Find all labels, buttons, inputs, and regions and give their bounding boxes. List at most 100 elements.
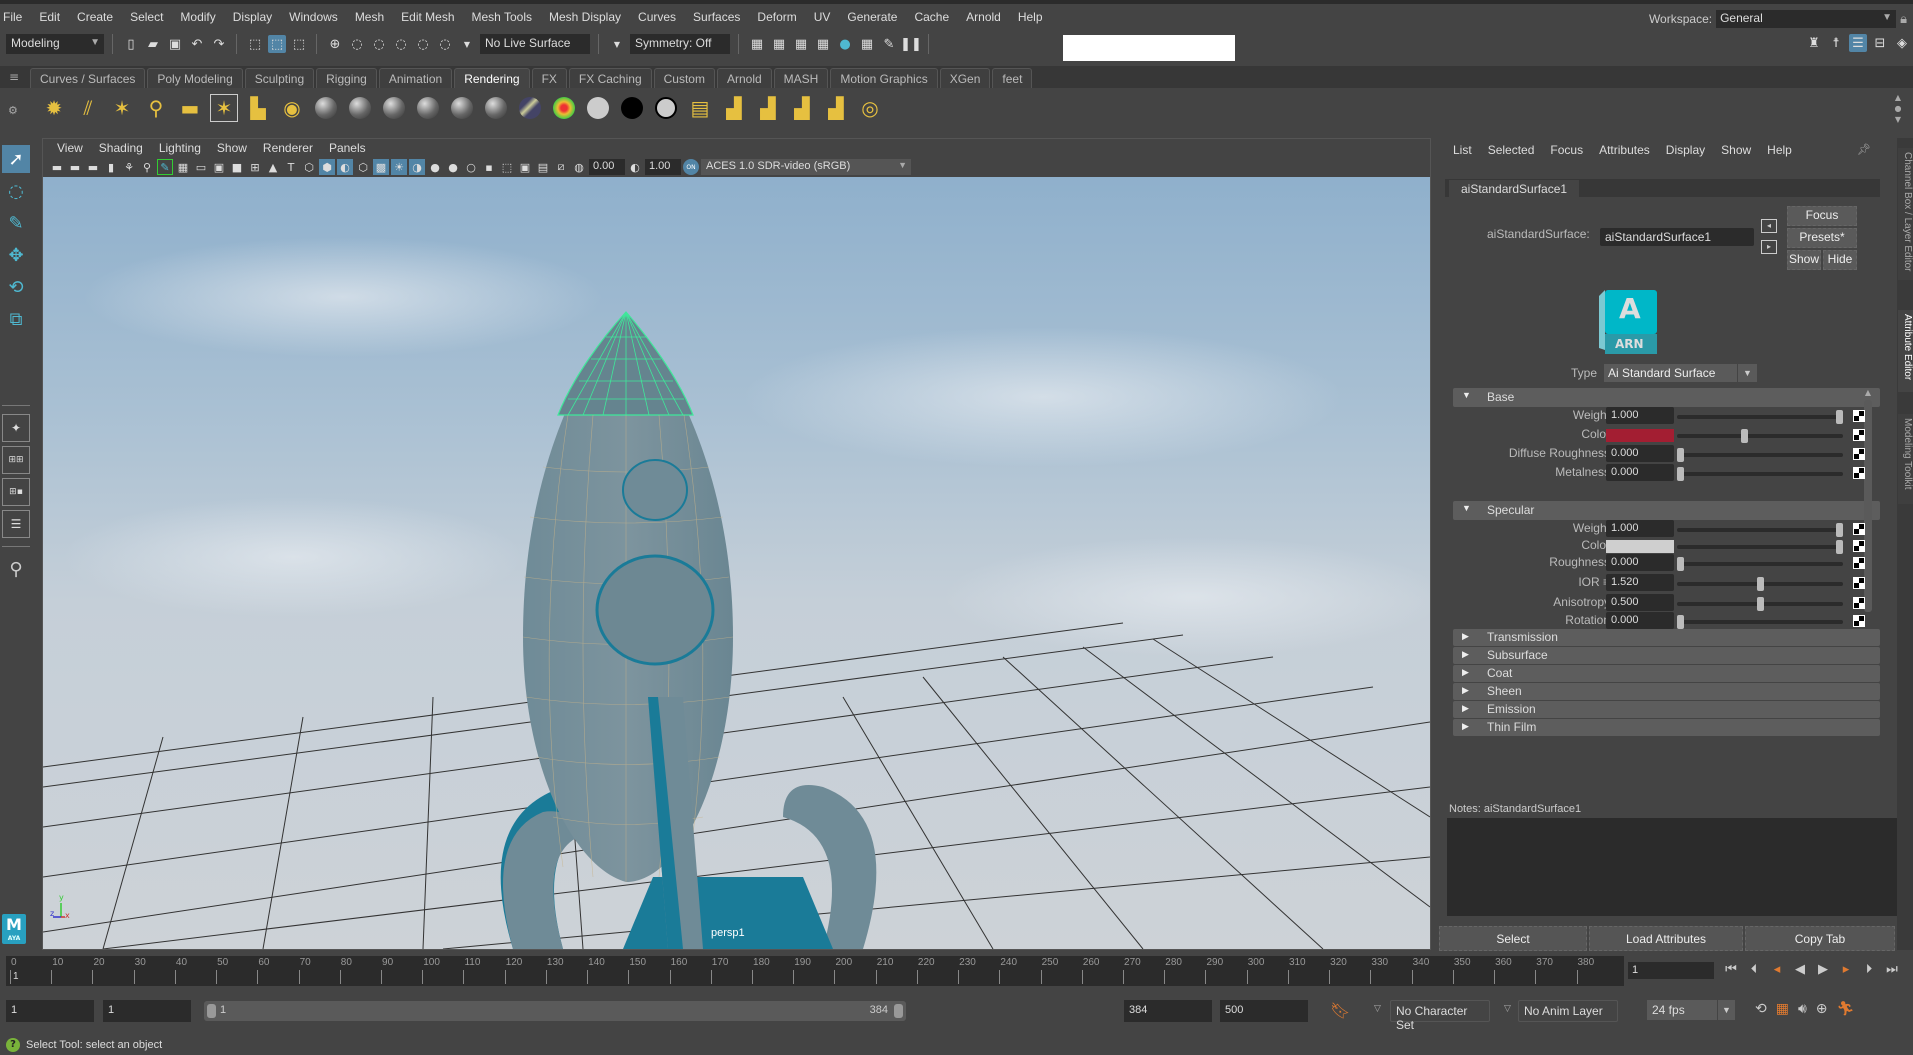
menu-edit-mesh[interactable]: Edit Mesh — [392, 10, 462, 24]
new-scene-icon[interactable]: ▯ — [122, 35, 140, 53]
menu-uv[interactable]: UV — [805, 10, 839, 24]
save-scene-icon[interactable]: ▣ — [166, 35, 184, 53]
hypershade-light-icon[interactable]: ◉ — [278, 94, 306, 122]
range-start-handle[interactable] — [207, 1004, 216, 1018]
play-forward-icon[interactable]: ▶ — [1814, 962, 1832, 977]
color-swatch[interactable] — [1606, 540, 1674, 553]
field-chart-icon[interactable]: ⊞ — [247, 159, 263, 175]
render-layer-icon[interactable]: ▟ — [720, 94, 748, 122]
attr-value-field[interactable]: 1.000 — [1606, 520, 1674, 537]
material-phonge-icon[interactable] — [414, 94, 442, 122]
render-target-icon[interactable]: ◎ — [856, 94, 884, 122]
ae-menu-help[interactable]: Help — [1759, 143, 1800, 157]
ae-menu-list[interactable]: List — [1445, 143, 1480, 157]
anim-layer-dropdown[interactable]: No Anim Layer — [1518, 1000, 1618, 1022]
select-hierarchy-icon[interactable]: ⬚ — [246, 35, 264, 53]
four-view-layout-icon[interactable]: ⊞⊞ — [2, 446, 30, 474]
ae-menu-selected[interactable]: Selected — [1480, 143, 1543, 157]
make-live-icon[interactable]: ◌ — [436, 35, 454, 53]
ambient-light-icon[interactable]: ✹ — [40, 94, 68, 122]
attr-slider[interactable] — [1677, 448, 1843, 462]
step-back-frame-icon[interactable]: ◂ — [1768, 962, 1786, 977]
volume-light-icon[interactable]: ✶ — [210, 94, 238, 122]
shelf-tab-sculpting[interactable]: Sculpting — [244, 68, 315, 88]
attr-slider[interactable] — [1677, 615, 1843, 629]
playback-start-field[interactable]: 1 — [103, 1000, 191, 1022]
slider-handle[interactable] — [1740, 429, 1748, 443]
anti-aliasing-icon[interactable]: ○ — [463, 159, 479, 175]
resolution-gate-icon[interactable]: ▣ — [211, 159, 227, 175]
viewport-menu-show[interactable]: Show — [209, 141, 255, 155]
playblast-icon[interactable]: ▦ — [1776, 1001, 1789, 1017]
go-to-input-icon[interactable]: ◂ — [1761, 219, 1777, 233]
attr-value-field[interactable]: 0.000 — [1606, 612, 1674, 629]
shelf-tab-motion-graphics[interactable]: Motion Graphics — [830, 68, 938, 88]
menu-curves[interactable]: Curves — [629, 10, 684, 24]
map-texture-icon[interactable] — [1853, 615, 1865, 627]
attribute-editor-toggle-icon[interactable]: ☰ — [1849, 34, 1867, 52]
attr-value-field[interactable]: 0.500 — [1606, 594, 1674, 611]
single-perspective-layout-icon[interactable]: ✦ — [2, 414, 30, 442]
shelf-tab-feet[interactable]: feet — [992, 68, 1033, 88]
attr-slider[interactable] — [1677, 540, 1843, 554]
textured-icon[interactable]: ▩ — [373, 159, 389, 175]
menu-generate[interactable]: Generate — [838, 10, 905, 24]
material-ramp-icon[interactable] — [516, 94, 544, 122]
rotate-tool-icon[interactable]: ⟲ — [2, 273, 30, 301]
film-gate-icon[interactable]: ▭ — [193, 159, 209, 175]
menu-edit[interactable]: Edit — [30, 10, 68, 24]
xray-icon[interactable]: ▣ — [517, 159, 533, 175]
map-texture-icon[interactable] — [1853, 577, 1865, 589]
viewport-menu-panels[interactable]: Panels — [321, 141, 374, 155]
material-anisotropic-icon[interactable] — [448, 94, 476, 122]
depth-of-field-icon[interactable]: ▪ — [481, 159, 497, 175]
2d-pan-zoom-icon[interactable]: ⚲ — [139, 159, 155, 175]
material-white-icon[interactable] — [584, 94, 612, 122]
show-button[interactable]: Show — [1787, 250, 1821, 270]
node-tab[interactable]: aiStandardSurface1 — [1449, 180, 1580, 197]
menu-surfaces[interactable]: Surfaces — [684, 10, 748, 24]
safe-title-icon[interactable]: T — [283, 159, 299, 175]
safe-action-icon[interactable]: ▲ — [265, 159, 281, 175]
color-management-toggle-icon[interactable]: ON — [683, 159, 699, 175]
select-component-icon[interactable]: ⬚ — [290, 35, 308, 53]
attr-slider[interactable] — [1677, 597, 1843, 611]
shelf-tab-poly-modeling[interactable]: Poly Modeling — [147, 68, 243, 88]
shelf-tab-xgen[interactable]: XGen — [939, 68, 991, 88]
attr-slider[interactable] — [1677, 557, 1843, 571]
snap-point-icon[interactable]: ◌ — [370, 35, 388, 53]
play-backward-icon[interactable]: ◀ — [1791, 962, 1809, 977]
menu-windows[interactable]: Windows — [280, 10, 346, 24]
map-texture-icon[interactable] — [1853, 410, 1865, 422]
shelf-tab-mash[interactable]: MASH — [773, 68, 829, 88]
render-frame-icon[interactable]: ▦ — [770, 35, 788, 53]
menu-cache[interactable]: Cache — [905, 10, 957, 24]
viewport-menu-lighting[interactable]: Lighting — [151, 141, 209, 155]
menu-deform[interactable]: Deform — [748, 10, 804, 24]
lock-camera-icon[interactable]: ▬ — [67, 159, 83, 175]
render-setup-icon[interactable]: ▟ — [788, 94, 816, 122]
side-tab-attribute-editor[interactable]: Attribute Editor — [1898, 310, 1913, 392]
copy-tab-button[interactable]: Copy Tab — [1745, 926, 1895, 951]
menu-arnold[interactable]: Arnold — [957, 10, 1009, 24]
grid-icon[interactable]: ▦ — [175, 159, 191, 175]
section-transmission[interactable]: ▶ Transmission — [1453, 629, 1880, 646]
smooth-shade-icon[interactable]: ⬢ — [319, 159, 335, 175]
viewport-menu-renderer[interactable]: Renderer — [255, 141, 321, 155]
section-base[interactable]: ▼ Base — [1453, 388, 1880, 407]
light-editor-icon[interactable]: ▙ — [244, 94, 272, 122]
gate-mask-icon[interactable]: ■ — [229, 159, 245, 175]
pin-icon[interactable]: 📌︎ — [1857, 143, 1871, 156]
gamma-icon[interactable]: ◐ — [627, 159, 643, 175]
pause-icon[interactable]: ❚❚ — [900, 35, 922, 53]
command-input-field[interactable] — [1063, 35, 1235, 61]
side-tab-modeling-toolkit[interactable]: Modeling Toolkit — [1898, 414, 1913, 504]
current-time-marker[interactable]: 1 — [13, 971, 19, 982]
shelf-tab-arnold[interactable]: Arnold — [716, 68, 772, 88]
map-texture-icon[interactable] — [1853, 448, 1865, 460]
workspace-dropdown[interactable]: General ▼ — [1716, 10, 1897, 28]
isolate-select-icon[interactable]: ⬚ — [499, 159, 515, 175]
modeling-toolkit-icon[interactable]: ♜ — [1805, 34, 1823, 52]
color-swatch[interactable] — [1606, 429, 1674, 442]
auto-key-icon[interactable]: ⊕ — [1816, 1001, 1828, 1017]
